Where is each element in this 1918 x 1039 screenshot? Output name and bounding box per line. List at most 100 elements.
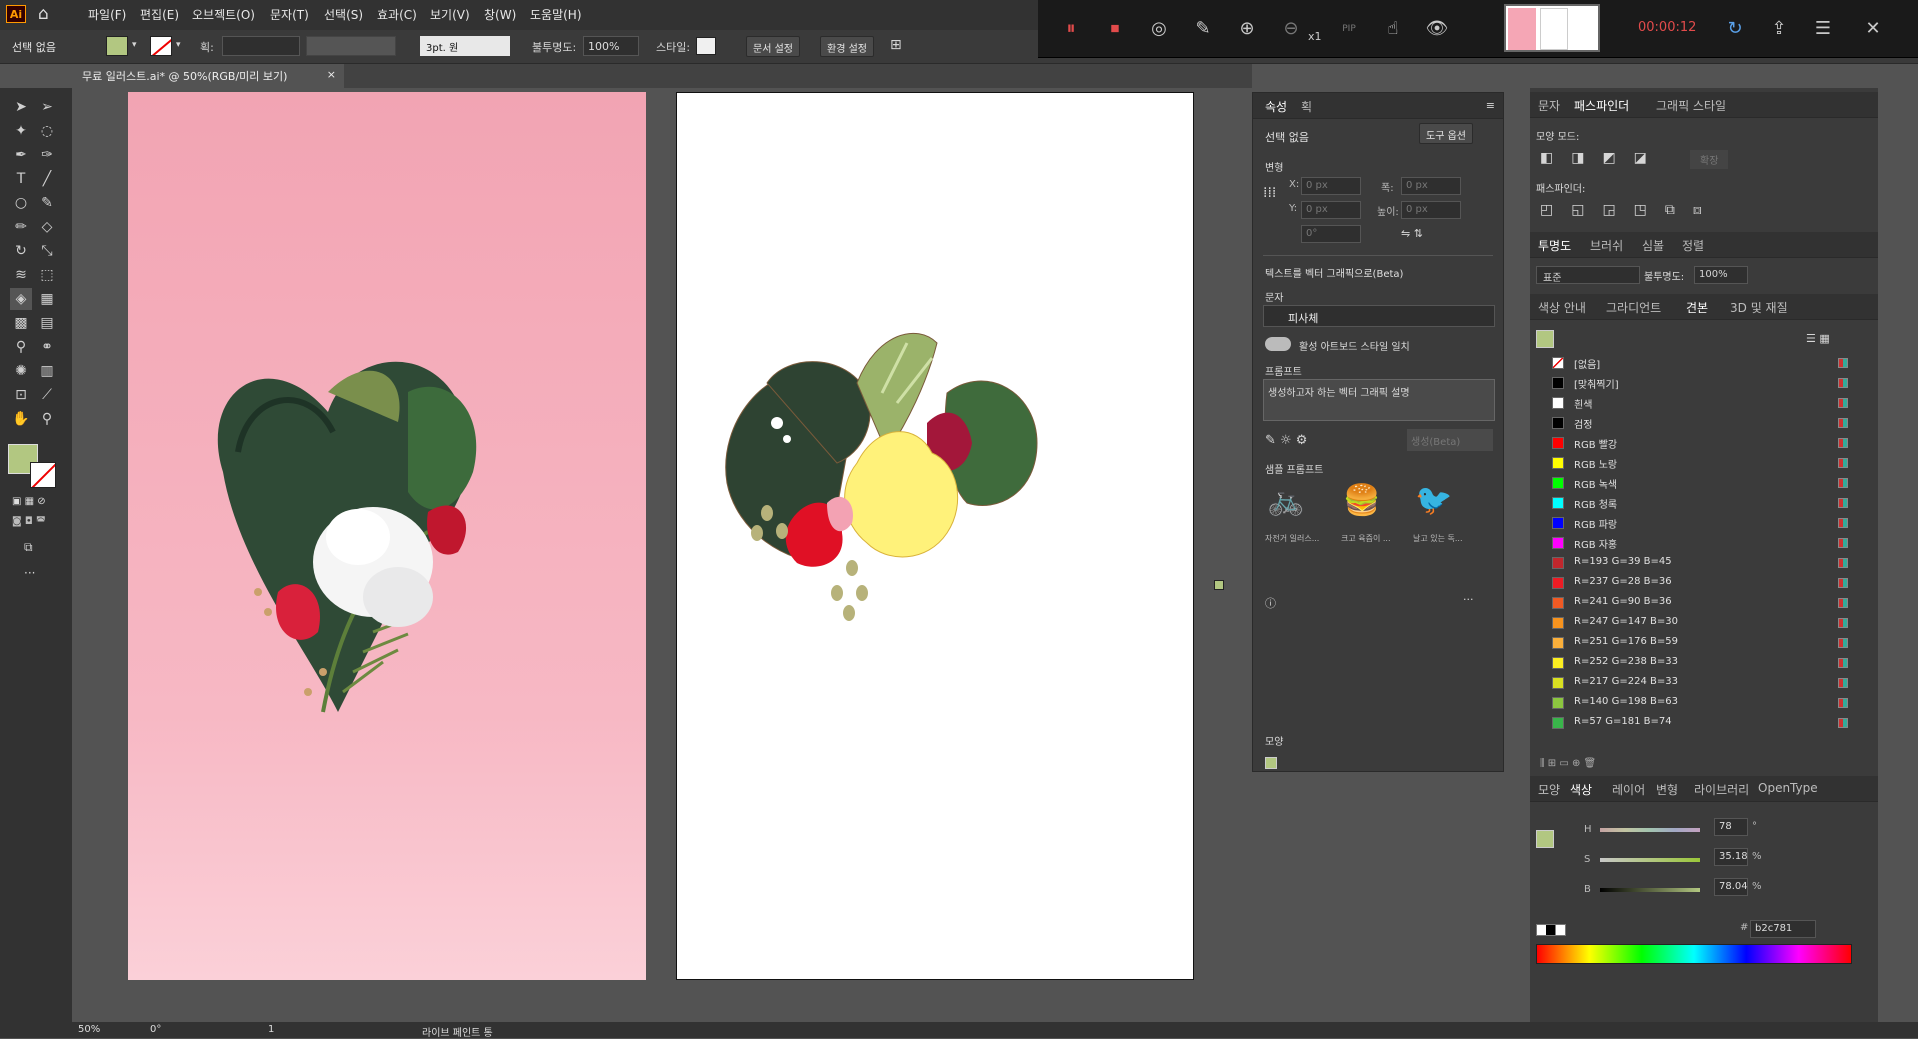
- warp-tool-icon[interactable]: ≋: [10, 264, 32, 286]
- perspective-grid-icon[interactable]: ▦: [36, 288, 58, 310]
- screen-mode-icon[interactable]: ⧉: [24, 540, 33, 555]
- bicycle-icon[interactable]: 🚲: [1267, 483, 1304, 518]
- list-view-icon[interactable]: ☰ ▦: [1806, 332, 1830, 345]
- graphic-style-swatch[interactable]: [696, 37, 716, 55]
- tab-graphic-styles[interactable]: 그래픽 스타일: [1656, 97, 1726, 114]
- artboard-photo[interactable]: [128, 92, 646, 980]
- scale-tool-icon[interactable]: ⤡: [36, 240, 58, 262]
- close-tab-icon[interactable]: ×: [327, 68, 336, 81]
- swatch-row[interactable]: R=251 G=176 B=59: [1552, 634, 1850, 652]
- swatch-fill-indicator[interactable]: [1536, 330, 1554, 348]
- brush-definition[interactable]: 3pt. 원: [420, 36, 510, 56]
- chevron-down-icon[interactable]: ▾: [132, 40, 137, 50]
- x-field[interactable]: 0 px: [1301, 177, 1361, 195]
- tab-align[interactable]: 정렬: [1682, 237, 1704, 254]
- menu-object[interactable]: 오브젝트(O): [192, 6, 255, 23]
- opacity-field[interactable]: 100%: [583, 36, 639, 56]
- artboard-vector[interactable]: [676, 92, 1194, 980]
- zoom-tool-icon[interactable]: ⚲: [36, 408, 58, 430]
- swatch-row[interactable]: RGB 녹색: [1552, 474, 1850, 492]
- refresh-icon[interactable]: ↻: [1720, 14, 1750, 44]
- rotate-tool-icon[interactable]: ↻: [10, 240, 32, 262]
- tab-color[interactable]: 색상: [1570, 781, 1592, 798]
- tab-appearance[interactable]: 모양: [1538, 781, 1560, 798]
- arrange-icon[interactable]: ⊞: [890, 37, 902, 53]
- tab-stroke[interactable]: 획: [1301, 98, 1312, 115]
- mesh-tool-icon[interactable]: ▩: [10, 312, 32, 334]
- eyedropper-icon[interactable]: ⚲: [10, 336, 32, 358]
- pause-icon[interactable]: ⏸: [1056, 14, 1086, 44]
- tab-pathfinder[interactable]: 패스파인더: [1574, 97, 1629, 114]
- swatch-row[interactable]: R=217 G=224 B=33: [1552, 674, 1850, 692]
- hand-tool-icon[interactable]: ✋: [10, 408, 32, 430]
- zoom-field[interactable]: 50%: [78, 1024, 100, 1035]
- export-icon[interactable]: ⇪: [1764, 14, 1794, 44]
- y-field[interactable]: 0 px: [1301, 201, 1361, 219]
- sample-3[interactable]: 날고 있는 독...: [1413, 533, 1463, 544]
- swatch-footer-icons[interactable]: ⫼ ⊞ ▭ ⊕ 🗑: [1540, 758, 1596, 769]
- tab-brushes[interactable]: 브러쉬: [1590, 237, 1623, 254]
- menu-select[interactable]: 선택(S): [324, 6, 363, 23]
- tab-transform[interactable]: 변형: [1656, 781, 1678, 798]
- variable-width-profile[interactable]: [306, 36, 396, 56]
- stroke-swatch[interactable]: [150, 36, 172, 56]
- eraser-icon[interactable]: ◇: [36, 216, 58, 238]
- swatch-row[interactable]: R=247 G=147 B=30: [1552, 614, 1850, 632]
- swatch-row[interactable]: RGB 자홍: [1552, 534, 1850, 552]
- stroke-color-box[interactable]: [30, 462, 56, 488]
- artboard-tool-icon[interactable]: ⊡: [10, 384, 32, 406]
- sample-1[interactable]: 자전거 일러스...: [1265, 533, 1319, 544]
- tab-properties[interactable]: 속성: [1265, 98, 1287, 115]
- pencil-icon[interactable]: ✏: [10, 216, 32, 238]
- menu-type[interactable]: 문자(T): [270, 6, 309, 23]
- pathfinder-buttons[interactable]: ◰◱◲◳⧉⧈: [1540, 202, 1720, 218]
- curvature-tool-icon[interactable]: ✑: [36, 144, 58, 166]
- brightness-field[interactable]: 78.04: [1714, 878, 1748, 896]
- symbol-sprayer-icon[interactable]: ✺: [10, 360, 32, 382]
- stroke-weight-field[interactable]: [222, 36, 300, 56]
- gradient-tool-icon[interactable]: ▤: [36, 312, 58, 334]
- prompt-tools-icons[interactable]: ✎ ☼ ⚙: [1265, 433, 1307, 448]
- swatch-row[interactable]: RGB 파랑: [1552, 514, 1850, 532]
- tab-layers[interactable]: 레이어: [1612, 781, 1645, 798]
- color-spectrum[interactable]: [1536, 944, 1852, 964]
- none-black-white-chips[interactable]: [1536, 924, 1566, 936]
- zoom-in-icon[interactable]: ⊕: [1232, 14, 1262, 44]
- home-icon[interactable]: ⌂: [38, 4, 49, 24]
- click-effect-icon[interactable]: ☝: [1378, 14, 1408, 44]
- live-paint-bucket-icon[interactable]: ◈: [10, 288, 32, 310]
- line-tool-icon[interactable]: ╱: [36, 168, 58, 190]
- info-icon[interactable]: ⓘ: [1265, 595, 1276, 611]
- swatch-row[interactable]: R=193 G=39 B=45: [1552, 554, 1850, 572]
- tab-3d-materials[interactable]: 3D 및 재질: [1730, 299, 1788, 316]
- menu-effect[interactable]: 효과(C): [377, 6, 417, 23]
- width-field[interactable]: 0 px: [1401, 177, 1461, 195]
- tab-opentype[interactable]: OpenType: [1758, 781, 1818, 795]
- swatch-row[interactable]: R=237 G=28 B=36: [1552, 574, 1850, 592]
- type-select[interactable]: 피사체: [1263, 305, 1495, 327]
- blend-mode-select[interactable]: 표준: [1536, 266, 1640, 284]
- magic-wand-icon[interactable]: ✦: [10, 120, 32, 142]
- tab-transparency[interactable]: 투명도: [1538, 237, 1571, 254]
- tab-libraries[interactable]: 라이브러리: [1694, 781, 1749, 798]
- panel-menu-icon[interactable]: ≡: [1486, 99, 1495, 112]
- pip-icon[interactable]: PIP: [1334, 14, 1364, 44]
- opacity-field[interactable]: 100%: [1694, 266, 1748, 284]
- swatch-row[interactable]: R=252 G=238 B=33: [1552, 654, 1850, 672]
- menu-file[interactable]: 파일(F): [88, 6, 126, 23]
- slice-tool-icon[interactable]: ⟋: [36, 384, 58, 406]
- shape-mode-buttons[interactable]: ◧◨◩◪: [1540, 150, 1665, 166]
- menu-edit[interactable]: 편집(E): [140, 6, 179, 23]
- more-icon[interactable]: ···: [1463, 593, 1474, 606]
- appearance-fill[interactable]: [1265, 757, 1277, 769]
- saturation-slider[interactable]: [1600, 858, 1700, 862]
- rotation-field[interactable]: 0°: [150, 1024, 161, 1035]
- type-tool-icon[interactable]: T: [10, 168, 32, 190]
- swatch-row[interactable]: RGB 청록: [1552, 494, 1850, 512]
- tab-color-guide[interactable]: 색상 안내: [1538, 299, 1586, 316]
- swatch-row[interactable]: 흰색: [1552, 394, 1850, 412]
- swatch-row[interactable]: R=57 G=181 B=74: [1552, 714, 1850, 732]
- brightness-slider[interactable]: [1600, 888, 1700, 892]
- swatch-row[interactable]: [없음]: [1552, 354, 1850, 372]
- settings-icon[interactable]: ☰: [1808, 14, 1838, 44]
